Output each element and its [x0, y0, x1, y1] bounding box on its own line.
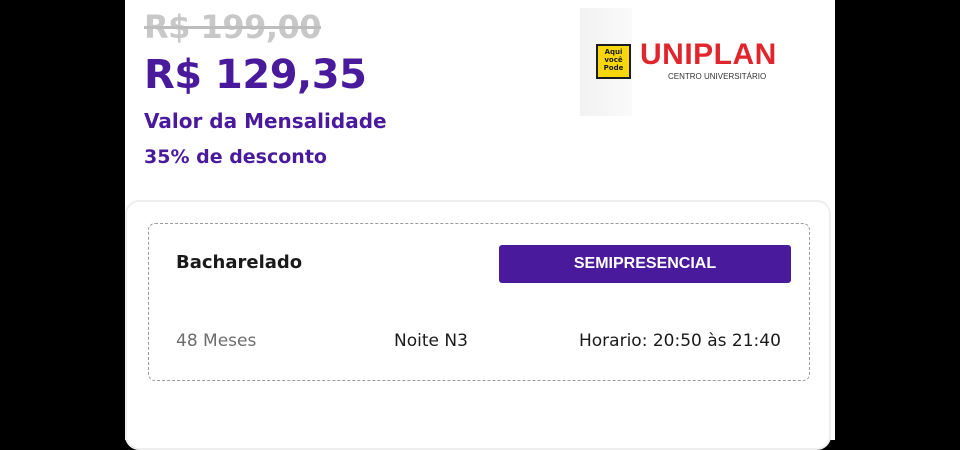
offer-card: R$ 199,00 R$ 129,35 Valor da Mensalidade…: [125, 0, 835, 450]
logo-badge-line: Pode: [603, 64, 624, 72]
course-schedule: Horario: 20:50 às 21:40: [579, 331, 781, 351]
current-price: R$ 129,35: [144, 52, 367, 98]
original-price: R$ 199,00: [144, 8, 322, 46]
course-info-box: Bacharelado SEMIPRESENCIAL 48 Meses Noit…: [148, 223, 810, 381]
logo-badge-line: você: [604, 56, 623, 64]
course-shift: Noite N3: [394, 331, 468, 351]
logo-badge-icon: Aqui você Pode: [596, 44, 631, 79]
logo-badge-line: Aqui: [604, 48, 623, 56]
degree-label: Bacharelado: [176, 252, 303, 273]
logo-subtitle: CENTRO UNIVERSITÁRIO: [668, 72, 767, 81]
discount-label: 35% de desconto: [144, 146, 327, 168]
university-logo: Aqui você Pode UNIPLAN CENTRO UNIVERSITÁ…: [580, 8, 800, 116]
modality-button[interactable]: SEMIPRESENCIAL: [499, 245, 791, 283]
logo-name: UNIPLAN: [640, 38, 777, 71]
monthly-fee-label: Valor da Mensalidade: [144, 109, 387, 133]
course-details-panel: Bacharelado SEMIPRESENCIAL 48 Meses Noit…: [125, 200, 831, 450]
course-duration: 48 Meses: [176, 331, 257, 351]
